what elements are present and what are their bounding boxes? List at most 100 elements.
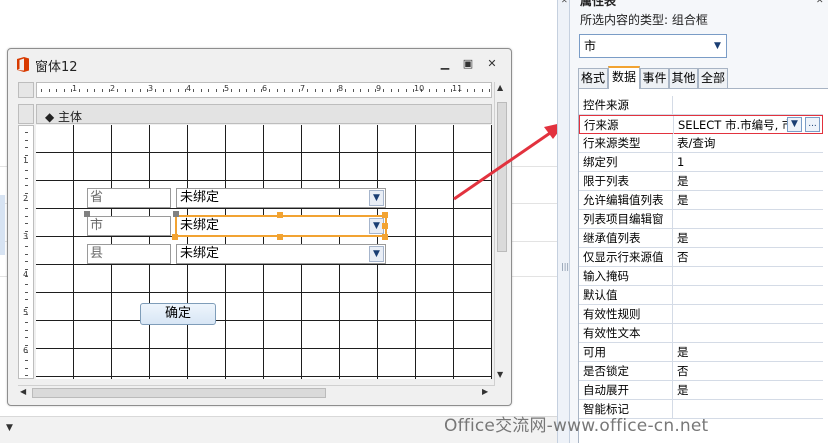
- combo-county[interactable]: 未绑定 ▼: [176, 244, 386, 264]
- property-value[interactable]: [674, 210, 823, 228]
- ruler-tick: [367, 89, 369, 92]
- chevron-down-icon[interactable]: ▼: [369, 190, 384, 206]
- property-row[interactable]: 可用是: [579, 343, 823, 362]
- property-row[interactable]: 默认值: [579, 286, 823, 305]
- property-value[interactable]: 否: [674, 362, 823, 380]
- property-value[interactable]: 是: [674, 172, 823, 190]
- property-value[interactable]: 是: [674, 191, 823, 209]
- property-row[interactable]: 绑定列 1: [579, 153, 823, 172]
- scroll-thumb[interactable]: [497, 102, 507, 252]
- property-value[interactable]: 是: [674, 229, 823, 247]
- ruler-tick: [474, 89, 476, 92]
- chevron-down-icon[interactable]: ▼: [369, 246, 384, 262]
- property-value[interactable]: 是: [674, 343, 823, 361]
- ruler-number: 7: [300, 84, 306, 93]
- property-row[interactable]: 行来源 SELECT 市.市编号, 市 ▼...: [579, 115, 823, 134]
- horizontal-scrollbar[interactable]: ◀ ▶: [18, 385, 494, 399]
- property-row[interactable]: 仅显示行来源值否: [579, 248, 823, 267]
- ruler-number: 10: [414, 84, 425, 93]
- splitter-grip-icon[interactable]: |||: [561, 262, 569, 271]
- resize-handle[interactable]: [277, 234, 283, 240]
- ruler-tick: [25, 170, 28, 171]
- property-value[interactable]: 1: [674, 153, 823, 171]
- object-selector[interactable]: 市 ▼: [579, 34, 727, 58]
- ruler-tick: [139, 89, 141, 92]
- tab-other[interactable]: 其他: [669, 68, 698, 88]
- property-row[interactable]: 继承值列表是: [579, 229, 823, 248]
- scroll-right-icon[interactable]: ▶: [482, 387, 488, 396]
- restore-icon[interactable]: ▣: [461, 58, 475, 70]
- property-value[interactable]: 表/查询: [674, 134, 823, 152]
- ruler-number: 11: [452, 84, 463, 93]
- ruler-tick: [25, 230, 28, 232]
- close-icon[interactable]: ✕: [485, 58, 499, 70]
- property-value[interactable]: 是: [674, 381, 823, 399]
- property-value[interactable]: [674, 305, 823, 323]
- tab-data[interactable]: 数据: [608, 66, 640, 89]
- chevron-down-icon[interactable]: ▼: [787, 117, 802, 132]
- property-row[interactable]: 有效性规则: [579, 305, 823, 324]
- chevron-down-icon[interactable]: ▼: [711, 38, 724, 54]
- builder-button[interactable]: ...: [805, 117, 820, 132]
- ruler-tick: [436, 89, 438, 92]
- resize-handle[interactable]: [277, 212, 283, 218]
- property-value[interactable]: [674, 96, 823, 114]
- resize-handle[interactable]: [382, 223, 388, 229]
- detail-section-bar[interactable]: ◆ 主体: [36, 104, 492, 124]
- minimize-icon[interactable]: ▁: [438, 58, 452, 70]
- ruler-tick: [25, 329, 28, 331]
- scroll-down-icon[interactable]: ▼: [497, 370, 503, 379]
- property-row[interactable]: 列表项目编辑窗: [579, 210, 823, 229]
- label-city[interactable]: 市: [87, 216, 171, 236]
- property-sheet-title: 属性表: [580, 0, 617, 8]
- move-handle[interactable]: [84, 211, 90, 217]
- vertical-ruler[interactable]: 1 2 3 4 5 6: [18, 125, 34, 379]
- horizontal-ruler[interactable]: 123456789101112: [36, 82, 492, 98]
- ruler-tick: [25, 185, 28, 187]
- ruler-tick: [200, 89, 202, 92]
- tab-event[interactable]: 事件: [640, 68, 669, 88]
- property-value[interactable]: [674, 324, 823, 342]
- property-row[interactable]: 是否锁定否: [579, 362, 823, 381]
- property-name: 控件来源: [579, 96, 673, 114]
- resize-handle[interactable]: [382, 212, 388, 218]
- section-selector[interactable]: [18, 104, 34, 124]
- property-row[interactable]: 自动展开是: [579, 381, 823, 400]
- property-row[interactable]: 行来源类型 表/查询: [579, 134, 823, 153]
- property-row[interactable]: 有效性文本: [579, 324, 823, 343]
- combo-province[interactable]: 未绑定 ▼: [176, 188, 386, 208]
- ok-button[interactable]: 确定: [140, 303, 216, 325]
- property-value[interactable]: [674, 267, 823, 285]
- property-row[interactable]: 控件来源: [579, 96, 823, 115]
- property-value[interactable]: [674, 286, 823, 304]
- pane-splitter[interactable]: ✕ |||: [557, 0, 570, 443]
- ruler-corner[interactable]: [18, 82, 34, 98]
- scroll-up-icon[interactable]: ▲: [497, 83, 503, 92]
- move-handle[interactable]: [173, 211, 179, 217]
- property-row[interactable]: 允许编辑值列表是: [579, 191, 823, 210]
- label-province[interactable]: 省: [87, 188, 171, 208]
- label-county[interactable]: 县: [87, 244, 171, 264]
- ruler-tick: [215, 89, 217, 92]
- close-icon[interactable]: ✕: [816, 0, 824, 6]
- form-window-titlebar[interactable]: 窗体12 ▁ ▣ ✕: [8, 49, 511, 79]
- ruler-number: 2: [110, 84, 116, 93]
- ruler-tick: [307, 89, 308, 92]
- office-form-icon: [17, 57, 29, 72]
- resize-handle[interactable]: [172, 234, 178, 240]
- tab-format[interactable]: 格式: [578, 68, 608, 88]
- chevron-down-icon[interactable]: ▼: [6, 423, 13, 433]
- ruler-tick: [405, 89, 407, 92]
- vertical-scrollbar[interactable]: ▲ ▼: [494, 82, 508, 386]
- property-row[interactable]: 输入掩码: [579, 267, 823, 286]
- close-icon[interactable]: ✕: [561, 0, 568, 5]
- property-row[interactable]: 限于列表是: [579, 172, 823, 191]
- ruler-tick: [79, 89, 80, 92]
- ruler-tick: [398, 89, 400, 92]
- ruler-tick: [25, 139, 28, 141]
- property-value[interactable]: 否: [674, 248, 823, 266]
- scroll-thumb[interactable]: [32, 388, 326, 398]
- tab-all[interactable]: 全部: [698, 68, 728, 88]
- resize-handle[interactable]: [382, 234, 388, 240]
- scroll-left-icon[interactable]: ◀: [20, 387, 26, 396]
